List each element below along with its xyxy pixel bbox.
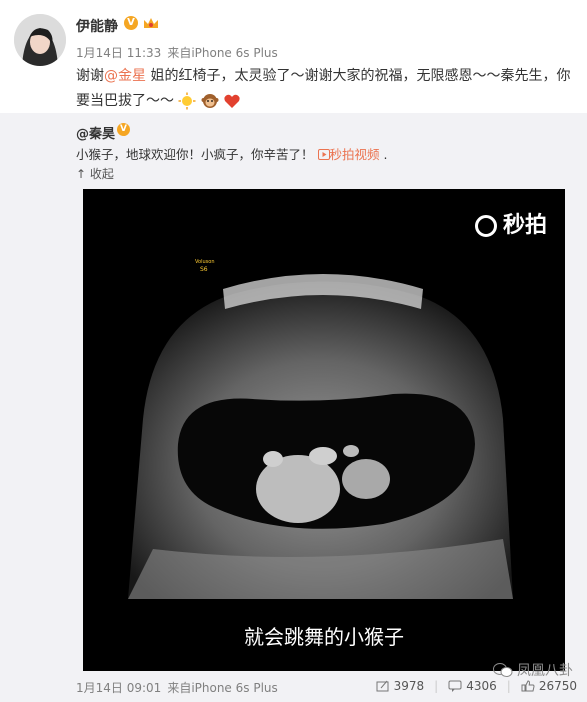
post-text-part2: 姐的红椅子，太灵验了～谢谢大家的祝福，无限感恩～～秦先生，你要当巴拔了～～	[76, 68, 571, 109]
post-date[interactable]: 1月14日 11:33	[76, 46, 161, 60]
repost-count: 3978	[393, 679, 425, 693]
user-name[interactable]: 伊能静	[76, 16, 118, 36]
repost-text-end: .	[383, 147, 388, 162]
repost-date[interactable]: 1月14日 09:01	[76, 681, 161, 695]
arrow-up-icon: ↑	[76, 167, 87, 181]
video-link-icon	[317, 149, 330, 160]
video-watermark-text: 秒拍	[502, 213, 547, 238]
post-source: 来自iPhone 6s Plus	[167, 46, 278, 60]
repost-text: 小猴子，地球欢迎你！小疯子，你辛苦了！ 秒拍视频 .	[76, 144, 387, 163]
wechat-icon	[493, 663, 513, 677]
like-button[interactable]: 26750	[521, 679, 577, 693]
video-player[interactable]: Voluson S6 秒拍 就会跳舞的小猴子	[83, 189, 565, 671]
comment-icon	[448, 680, 462, 692]
repost-text-body: 小猴子，地球欢迎你！小疯子，你辛苦了！	[76, 147, 314, 162]
thumbs-up-icon	[521, 680, 535, 692]
repost-card: @秦昊 V 小猴子，地球欢迎你！小疯子，你辛苦了！ 秒拍视频 . ↑ 收起 Vo…	[0, 113, 587, 702]
repost-button[interactable]: 3978	[376, 679, 425, 693]
share-icon	[376, 680, 389, 692]
verified-icon: V	[124, 16, 138, 30]
video-link[interactable]: 秒拍视频	[317, 147, 384, 162]
avatar[interactable]	[14, 14, 66, 66]
probe-mode: S6	[200, 266, 208, 273]
miaopai-logo-icon	[474, 215, 497, 237]
divider: |	[434, 679, 439, 693]
heart-emoji-icon	[224, 94, 241, 108]
video-subtitle: 就会跳舞的小猴子	[244, 625, 404, 649]
probe-label: Voluson	[195, 259, 214, 265]
collapse-button[interactable]: ↑ 收起	[76, 165, 114, 182]
post-text: 谢谢@金星 姐的红椅子，太灵验了～谢谢大家的祝福，无限感恩～～秦先生，你要当巴拔…	[76, 64, 576, 114]
mention-link[interactable]: @金星	[104, 68, 146, 84]
sun-emoji-icon	[178, 92, 196, 110]
monkey-emoji-icon	[201, 94, 219, 108]
repost-meta: 1月14日 09:01 来自iPhone 6s Plus	[76, 679, 284, 696]
repost-source: 来自iPhone 6s Plus	[167, 681, 278, 695]
verified-icon: V	[117, 123, 130, 136]
crown-icon	[144, 18, 158, 28]
comment-button[interactable]: 4306	[448, 679, 497, 693]
video-link-label[interactable]: 秒拍视频	[330, 147, 380, 162]
like-count: 26750	[538, 679, 577, 693]
post-text-part1: 谢谢	[76, 68, 104, 84]
collapse-label: 收起	[89, 167, 114, 181]
ultrasound-image: Voluson S6	[83, 189, 565, 671]
site-watermark: 凤凰八卦	[493, 660, 573, 680]
repost-user-name[interactable]: @秦昊	[76, 123, 115, 142]
comment-count: 4306	[466, 679, 497, 693]
repost-actions: 3978 | 4306 | 26750	[376, 679, 577, 693]
video-watermark: 秒拍	[474, 207, 547, 239]
watermark-text: 凤凰八卦	[517, 663, 573, 679]
divider: |	[506, 679, 511, 693]
post-meta: 1月14日 11:33 来自iPhone 6s Plus	[76, 44, 284, 61]
